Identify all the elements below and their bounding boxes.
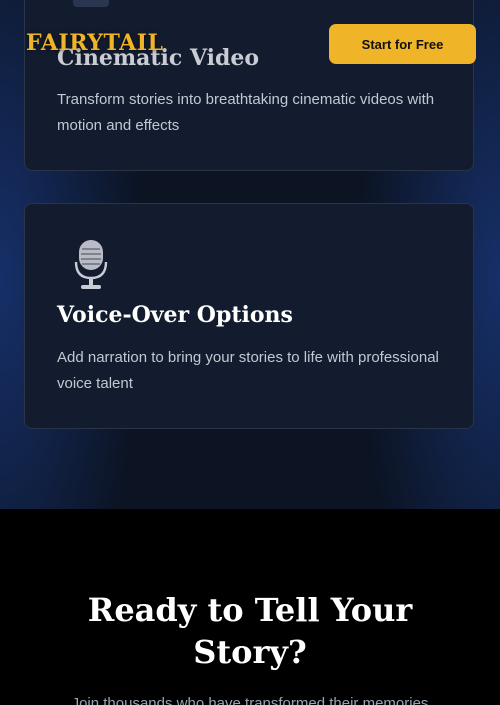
- feature-description: Transform stories into breathtaking cine…: [57, 91, 435, 134]
- feature-title: Voice-Over Options: [57, 302, 293, 328]
- logo[interactable]: FAIRYTAIL: [26, 30, 164, 56]
- start-for-free-button[interactable]: Start for Free: [329, 24, 476, 64]
- microphone-icon: [74, 240, 108, 289]
- site-header: FAIRYTAIL Start for Free: [0, 0, 500, 88]
- feature-description: Add narration to bring your stories to l…: [57, 349, 439, 392]
- feature-card-voice-over: Voice-Over Options Add narration to brin…: [24, 203, 474, 429]
- page: Cinematic Video Transform stories into b…: [0, 0, 500, 705]
- cta-section: Ready to Tell Your Story? Join thousands…: [0, 509, 500, 705]
- cta-subtext: Join thousands who have transformed thei…: [71, 695, 429, 705]
- cta-heading: Ready to Tell Your Story?: [87, 591, 413, 671]
